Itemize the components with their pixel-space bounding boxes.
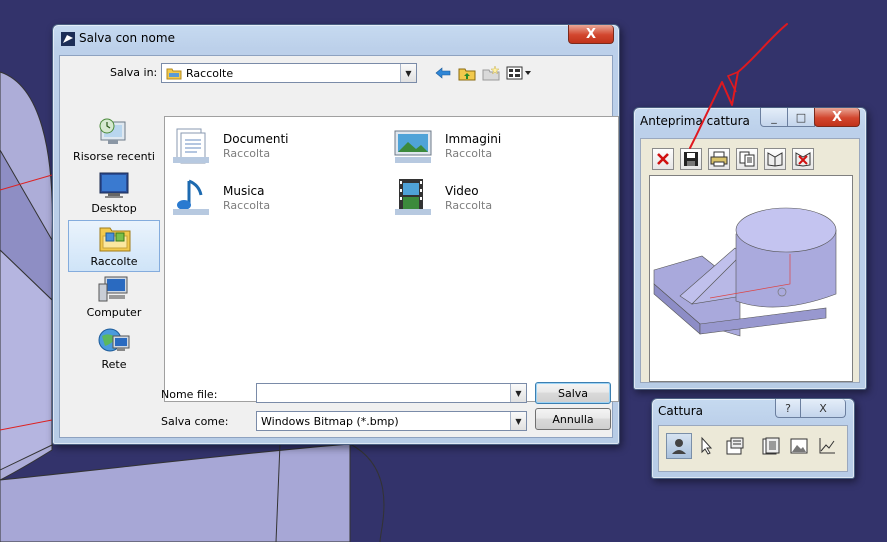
- chart-tool-button[interactable]: [814, 433, 840, 459]
- documents-library-icon: [169, 123, 213, 167]
- place-label: Computer: [86, 306, 142, 319]
- view-menu-icon[interactable]: [505, 64, 533, 82]
- libraries-icon: [98, 223, 132, 253]
- maximize-button[interactable]: □: [787, 108, 815, 127]
- chart-icon: [819, 438, 835, 454]
- print-icon: [710, 151, 728, 167]
- item-name: Video: [445, 184, 479, 198]
- list-item[interactable]: Immagini Raccolta: [391, 123, 591, 169]
- close-icon: X: [585, 26, 597, 42]
- capture-camera-button[interactable]: [666, 433, 692, 459]
- place-label: Desktop: [91, 202, 137, 215]
- preview-body: [640, 138, 860, 383]
- close-button[interactable]: X: [800, 399, 846, 418]
- up-folder-icon[interactable]: [457, 64, 477, 82]
- place-recent[interactable]: Risorse recenti: [68, 116, 160, 168]
- options-button[interactable]: [722, 433, 748, 459]
- save-icon: [684, 152, 698, 166]
- item-type: Raccolta: [445, 199, 493, 212]
- videos-library-icon: [391, 175, 435, 219]
- save-button[interactable]: Salva: [535, 382, 611, 404]
- place-desktop[interactable]: Desktop: [68, 168, 160, 220]
- save-in-combo[interactable]: Raccolte ▼: [161, 63, 417, 83]
- print-button[interactable]: [708, 148, 730, 170]
- minimize-button[interactable]: _: [760, 108, 788, 127]
- item-name: Musica: [223, 184, 265, 198]
- chevron-down-icon[interactable]: ▼: [510, 412, 526, 430]
- capture-tools: [658, 425, 848, 472]
- close-icon: X: [819, 401, 827, 415]
- new-folder-icon[interactable]: [481, 64, 501, 82]
- pictures-library-icon: [391, 123, 435, 167]
- places-bar: Risorse recenti Desktop Raccolte Compute…: [68, 116, 160, 396]
- close-button[interactable]: X: [814, 108, 860, 127]
- select-button[interactable]: [694, 433, 720, 459]
- network-icon: [97, 326, 131, 356]
- app-icon: [61, 32, 75, 46]
- list-item[interactable]: Musica Raccolta: [169, 175, 369, 221]
- capture-preview-image: [649, 175, 853, 382]
- copy-icon: [739, 151, 755, 167]
- dialog-title: Salva con nome: [79, 31, 175, 45]
- file-list: Documenti Raccolta Immagini Raccolta Mus…: [164, 116, 619, 402]
- item-type: Raccolta: [223, 199, 271, 212]
- item-type: Raccolta: [223, 147, 271, 160]
- back-arrow-icon[interactable]: [433, 64, 453, 82]
- music-library-icon: [169, 175, 213, 219]
- album-tool-button[interactable]: [758, 433, 784, 459]
- help-icon: ?: [785, 401, 791, 415]
- capture-toolbar-window: Cattura ? X: [651, 398, 855, 479]
- filename-label: Nome file:: [161, 388, 218, 401]
- filetype-value: Windows Bitmap (*.bmp): [261, 414, 399, 428]
- filename-input[interactable]: ▼: [256, 383, 527, 403]
- item-name: Documenti: [223, 132, 289, 146]
- item-name: Immagini: [445, 132, 502, 146]
- place-computer[interactable]: Computer: [68, 272, 160, 324]
- camera-icon: [672, 439, 686, 454]
- cancel-button[interactable]: Annulla: [535, 408, 611, 430]
- chevron-down-icon[interactable]: ▼: [510, 384, 526, 402]
- save-tool-button[interactable]: [680, 148, 702, 170]
- close-icon: X: [831, 109, 843, 125]
- select-icon: [701, 436, 713, 455]
- delete-icon: [657, 153, 669, 165]
- place-label: Risorse recenti: [73, 150, 155, 163]
- save-in-value: Raccolte: [186, 66, 234, 80]
- close-button[interactable]: X: [568, 25, 614, 44]
- album-button[interactable]: [764, 148, 786, 170]
- maximize-icon: □: [795, 110, 807, 124]
- capture-preview-window: Anteprima cattura _ □ X: [633, 107, 867, 390]
- place-network[interactable]: Rete: [68, 324, 160, 376]
- delete-button[interactable]: [652, 148, 674, 170]
- save-in-label: Salva in:: [110, 66, 158, 79]
- image-tool-button[interactable]: [786, 433, 812, 459]
- album-icon: [767, 152, 783, 167]
- desktop-icon: [97, 170, 131, 200]
- preview-title: Anteprima cattura: [640, 114, 750, 128]
- filetype-select[interactable]: Windows Bitmap (*.bmp) ▼: [256, 411, 527, 431]
- place-label: Rete: [101, 358, 127, 371]
- save-as-dialog: Salva con nome X Salva in: Raccolte ▼ Ri…: [52, 24, 620, 445]
- item-type: Raccolta: [445, 147, 493, 160]
- options-icon: [726, 437, 744, 455]
- list-item[interactable]: Documenti Raccolta: [169, 123, 369, 169]
- chevron-down-icon[interactable]: ▼: [400, 64, 416, 82]
- list-item[interactable]: Video Raccolta: [391, 175, 591, 221]
- capture-title: Cattura: [658, 404, 704, 418]
- filetype-label: Salva come:: [161, 415, 229, 428]
- part-thumbnail: [653, 207, 837, 337]
- place-label: Raccolte: [90, 255, 138, 268]
- delete-album-icon: [795, 152, 811, 167]
- recent-places-icon: [97, 118, 131, 148]
- album-icon: [762, 437, 780, 455]
- copy-button[interactable]: [736, 148, 758, 170]
- folder-icon: [166, 66, 182, 80]
- minimize-icon: _: [771, 110, 777, 124]
- image-icon: [790, 438, 808, 454]
- delete-album-button[interactable]: [792, 148, 814, 170]
- computer-icon: [97, 274, 131, 304]
- place-libraries[interactable]: Raccolte: [68, 220, 160, 272]
- dialog-body: Salva in: Raccolte ▼ Risorse recenti Des…: [59, 55, 619, 438]
- help-button[interactable]: ?: [775, 399, 801, 418]
